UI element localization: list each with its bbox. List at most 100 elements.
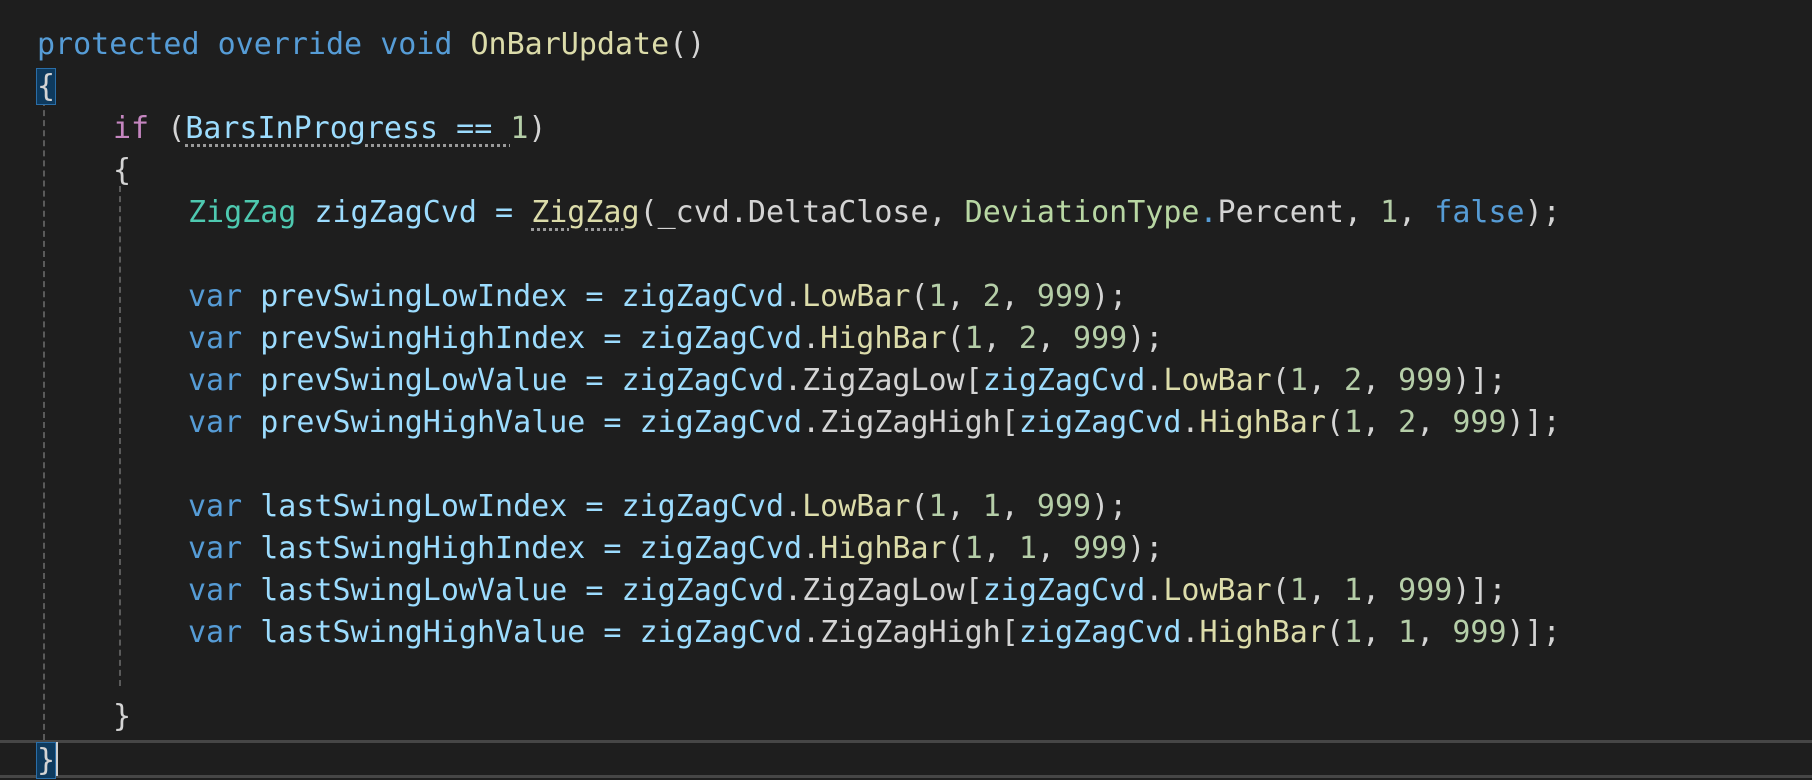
object-ref: zigZagCvd xyxy=(639,321,803,356)
object-ref: zigZagCvd xyxy=(982,363,1146,398)
code-line-prev-swing-high-index[interactable]: var prevSwingHighIndex = zigZagCvd.HighB… xyxy=(188,318,1163,360)
if-value: 1 xyxy=(510,111,529,146)
statement-end: ); xyxy=(1127,531,1164,566)
var-name: lastSwingHighValue = xyxy=(242,615,640,650)
member-dot: . xyxy=(1181,615,1200,650)
arg-2: 1 xyxy=(1343,573,1363,608)
arg-2: 2 xyxy=(982,279,1001,314)
code-line-last-swing-low-index[interactable]: var lastSwingLowIndex = zigZagCvd.LowBar… xyxy=(188,486,1127,528)
if-close-paren: ) xyxy=(528,111,547,146)
keyword-false: false xyxy=(1434,195,1525,230)
property-index: .ZigZagHigh[ xyxy=(802,405,1019,440)
statement-end: )]; xyxy=(1506,615,1561,650)
arg-2: 1 xyxy=(1398,615,1417,650)
object-ref: zigZagCvd xyxy=(621,489,785,524)
arg-3: 999 xyxy=(1073,321,1128,356)
args-open: ( xyxy=(946,321,965,356)
keyword-var: var xyxy=(188,279,243,314)
method-call: HighBar xyxy=(820,321,947,356)
var-name: prevSwingLowIndex = xyxy=(242,279,622,314)
arg-sep: , xyxy=(1000,489,1037,524)
property-index: .ZigZagLow[ xyxy=(784,363,983,398)
enum-dot: . xyxy=(1199,195,1218,230)
code-line-last-swing-high-index[interactable]: var lastSwingHighIndex = zigZagCvd.HighB… xyxy=(188,528,1163,570)
statement-end: )]; xyxy=(1506,405,1561,440)
text-caret xyxy=(56,742,58,776)
var-name: prevSwingHighValue = xyxy=(242,405,640,440)
arg-2: 2 xyxy=(1018,321,1037,356)
args-open: ( xyxy=(946,531,965,566)
member-dot: . xyxy=(802,321,821,356)
member-dot: . xyxy=(784,489,803,524)
arg-sep: , xyxy=(946,489,983,524)
keyword-var: var xyxy=(188,405,243,440)
arg-3: 999 xyxy=(1452,405,1507,440)
code-line-prev-swing-high-value[interactable]: var prevSwingHighValue = zigZagCvd.ZigZa… xyxy=(188,402,1561,444)
keyword-var: var xyxy=(188,615,243,650)
indent-guide-if xyxy=(119,186,121,686)
zigzag-num: 1 xyxy=(1380,195,1399,230)
indent-guide-method xyxy=(43,100,45,740)
statement-end: ); xyxy=(1091,279,1128,314)
zigzag-end: ); xyxy=(1524,195,1561,230)
keyword-var: var xyxy=(188,531,243,566)
var-name: lastSwingHighIndex = xyxy=(242,531,640,566)
zigzag-sep: , xyxy=(1398,195,1435,230)
code-line-signature[interactable]: protected override void OnBarUpdate() xyxy=(37,24,705,66)
if-open-paren: ( xyxy=(167,111,186,146)
type-zigzag: ZigZag xyxy=(188,195,297,230)
method-call: HighBar xyxy=(820,531,947,566)
code-line-if[interactable]: if (BarsInProgress == 1) xyxy=(113,108,546,150)
keyword-void: void xyxy=(380,27,453,62)
method-call: LowBar xyxy=(1163,363,1272,398)
code-line-last-swing-high-value[interactable]: var lastSwingHighValue = zigZagCvd.ZigZa… xyxy=(188,612,1561,654)
code-line-last-swing-low-value[interactable]: var lastSwingLowValue = zigZagCvd.ZigZag… xyxy=(188,570,1507,612)
arg-sep: , xyxy=(982,531,1019,566)
arg-2: 2 xyxy=(1343,363,1363,398)
statement-end: )]; xyxy=(1452,363,1507,398)
member-dot: . xyxy=(802,531,821,566)
code-editor[interactable]: protected override void OnBarUpdate() { … xyxy=(0,0,1812,780)
arg-sep: , xyxy=(1036,531,1074,566)
args-open: ( xyxy=(1271,573,1290,608)
arg-sep: , xyxy=(1416,405,1453,440)
statement-end: ); xyxy=(1127,321,1164,356)
enum-member: Percent, xyxy=(1217,195,1381,230)
zigzag-arg1: (_cvd.DeltaClose, xyxy=(639,195,965,230)
method-params: () xyxy=(669,27,706,62)
code-line-zigzag[interactable]: ZigZag zigZagCvd = ZigZag(_cvd.DeltaClos… xyxy=(188,192,1561,234)
keyword-override: override xyxy=(217,27,363,62)
member-dot: . xyxy=(784,279,803,314)
args-open: ( xyxy=(1325,405,1344,440)
arg-3: 999 xyxy=(1398,363,1453,398)
arg-1: 1 xyxy=(964,321,983,356)
current-line-highlight xyxy=(0,740,1812,778)
arg-1: 1 xyxy=(928,489,947,524)
enum-deviationtype: DeviationType xyxy=(964,195,1200,230)
keyword-var: var xyxy=(188,321,243,356)
object-ref: zigZagCvd xyxy=(621,363,785,398)
object-ref: zigZagCvd xyxy=(639,531,803,566)
arg-2: 1 xyxy=(1018,531,1037,566)
args-open: ( xyxy=(1325,615,1344,650)
var-name: lastSwingLowIndex = xyxy=(242,489,622,524)
code-line-if-close-brace[interactable]: } xyxy=(113,696,131,738)
arg-1: 1 xyxy=(928,279,947,314)
keyword-var: var xyxy=(188,363,243,398)
arg-sep: , xyxy=(1307,573,1344,608)
code-line-if-open-brace[interactable]: { xyxy=(113,150,131,192)
member-dot: . xyxy=(1145,573,1164,608)
arg-sep: , xyxy=(1362,363,1399,398)
code-line-prev-swing-low-value[interactable]: var prevSwingLowValue = zigZagCvd.ZigZag… xyxy=(188,360,1507,402)
if-condition: BarsInProgress == xyxy=(185,111,511,146)
arg-sep: , xyxy=(1000,279,1037,314)
object-ref: zigZagCvd xyxy=(639,615,803,650)
code-line-method-open-brace[interactable]: { xyxy=(35,66,57,108)
arg-1: 1 xyxy=(1289,363,1308,398)
arg-1: 1 xyxy=(1343,615,1363,650)
arg-3: 999 xyxy=(1073,531,1128,566)
code-line-prev-swing-low-index[interactable]: var prevSwingLowIndex = zigZagCvd.LowBar… xyxy=(188,276,1127,318)
code-line-method-close-brace[interactable]: } xyxy=(35,740,57,780)
arg-sep: , xyxy=(1362,405,1399,440)
keyword-protected: protected xyxy=(37,27,200,62)
